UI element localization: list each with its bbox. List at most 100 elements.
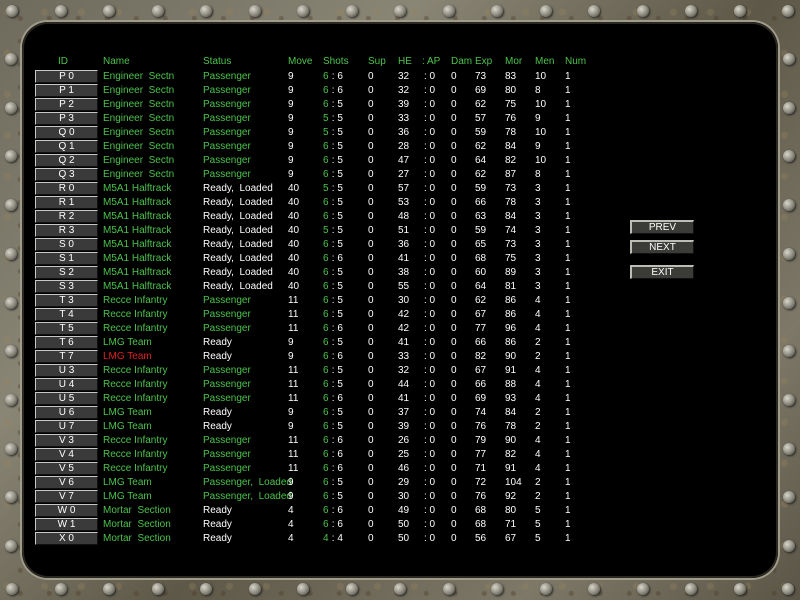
men-value: 10 — [535, 71, 547, 82]
unit-name: M5A1 Halftrack — [103, 225, 172, 236]
unit-name: Recce Infantry — [103, 309, 168, 320]
dam-value: 0 — [451, 365, 457, 376]
unit-id-button[interactable]: X 0 — [35, 532, 98, 545]
header-he: HE — [398, 56, 412, 67]
unit-id-button[interactable]: Q 3 — [35, 168, 98, 181]
men-value: 3 — [535, 211, 541, 222]
unit-id-button[interactable]: Q 2 — [35, 154, 98, 167]
dam-value: 0 — [451, 323, 457, 334]
unit-name: Recce Infantry — [103, 463, 168, 474]
sup-value: 0 — [368, 71, 374, 82]
unit-id-button[interactable]: T 4 — [35, 308, 98, 321]
unit-status: Passenger — [203, 141, 251, 152]
unit-id-button[interactable]: V 6 — [35, 476, 98, 489]
unit-id-button[interactable]: P 2 — [35, 98, 98, 111]
unit-id-button[interactable]: R 0 — [35, 182, 98, 195]
shots-max: : 6 — [329, 519, 343, 530]
unit-id-button[interactable]: T 3 — [35, 294, 98, 307]
unit-id-button[interactable]: S 2 — [35, 266, 98, 279]
unit-id-button[interactable]: T 6 — [35, 336, 98, 349]
rivet — [6, 583, 18, 595]
sup-value: 0 — [368, 421, 374, 432]
dam-value: 0 — [451, 491, 457, 502]
dam-value: 0 — [451, 71, 457, 82]
rivet — [685, 583, 697, 595]
dam-value: 0 — [451, 393, 457, 404]
unit-id-button[interactable]: P 0 — [35, 70, 98, 83]
dam-value: 0 — [451, 127, 457, 138]
unit-id-button[interactable]: V 5 — [35, 462, 98, 475]
unit-id-button[interactable]: T 5 — [35, 322, 98, 335]
he-value: 30 — [398, 295, 410, 306]
unit-name: Recce Infantry — [103, 449, 168, 460]
unit-id-button[interactable]: S 1 — [35, 252, 98, 265]
shots-current: 6 — [323, 323, 329, 334]
move-value: 9 — [288, 491, 294, 502]
unit-id-button[interactable]: V 7 — [35, 490, 98, 503]
shots-max: : 5 — [329, 113, 343, 124]
sup-value: 0 — [368, 519, 374, 530]
shots-current: 6 — [323, 155, 329, 166]
dam-value: 0 — [451, 155, 457, 166]
unit-name: Engineer Sectn — [103, 169, 175, 180]
dam-value: 0 — [451, 421, 457, 432]
unit-id-button[interactable]: R 3 — [35, 224, 98, 237]
exit-button[interactable]: EXIT — [630, 265, 694, 279]
ap-value: : 0 — [424, 309, 436, 320]
num-value: 1 — [565, 281, 571, 292]
unit-id-button[interactable]: V 4 — [35, 448, 98, 461]
rivet — [442, 5, 455, 17]
num-value: 1 — [565, 477, 571, 488]
unit-id-button[interactable]: Q 1 — [35, 140, 98, 153]
move-value: 9 — [288, 421, 294, 432]
unit-id-button[interactable]: V 3 — [35, 434, 98, 447]
shots-max: : 5 — [329, 281, 343, 292]
men-value: 4 — [535, 449, 541, 460]
shots-max: : 5 — [329, 197, 343, 208]
next-button[interactable]: NEXT — [630, 240, 694, 254]
rivet — [248, 5, 261, 17]
unit-id-button[interactable]: Q 0 — [35, 126, 98, 139]
unit-id-button[interactable]: U 5 — [35, 392, 98, 405]
unit-id-button[interactable]: R 1 — [35, 196, 98, 209]
sup-value: 0 — [368, 99, 374, 110]
ap-value: : 0 — [424, 379, 436, 390]
unit-id-button[interactable]: P 1 — [35, 84, 98, 97]
unit-id-button[interactable]: R 2 — [35, 210, 98, 223]
rivet — [5, 247, 17, 260]
unit-id-button[interactable]: P 3 — [35, 112, 98, 125]
unit-id-button[interactable]: U 4 — [35, 378, 98, 391]
unit-id-button[interactable]: S 0 — [35, 238, 98, 251]
he-value: 50 — [398, 519, 410, 530]
unit-id-button[interactable]: U 6 — [35, 406, 98, 419]
unit-status: Passenger — [203, 169, 251, 180]
mor-value: 84 — [505, 141, 517, 152]
exp-value: 64 — [475, 155, 487, 166]
unit-id-button[interactable]: W 0 — [35, 504, 98, 517]
dam-value: 0 — [451, 267, 457, 278]
exp-value: 66 — [475, 197, 487, 208]
rivet — [5, 101, 17, 114]
num-value: 1 — [565, 351, 571, 362]
rivet — [783, 540, 795, 552]
prev-button[interactable]: PREV — [630, 220, 694, 234]
header-move: Move — [288, 56, 313, 67]
unit-id-button[interactable]: U 3 — [35, 364, 98, 377]
unit-id-button[interactable]: U 7 — [35, 420, 98, 433]
he-value: 32 — [398, 365, 410, 376]
ap-value: : 0 — [424, 211, 436, 222]
shots-max: : 5 — [329, 169, 343, 180]
unit-id-button[interactable]: S 3 — [35, 280, 98, 293]
shots-max: : 5 — [329, 141, 343, 152]
rivet — [783, 199, 795, 212]
men-value: 4 — [535, 309, 541, 320]
unit-status: Passenger — [203, 463, 251, 474]
unit-name: Engineer Sectn — [103, 155, 175, 166]
shots-max: : 5 — [329, 491, 343, 502]
unit-id-button[interactable]: T 7 — [35, 350, 98, 363]
move-value: 40 — [288, 281, 300, 292]
move-value: 4 — [288, 519, 294, 530]
move-value: 40 — [288, 225, 300, 236]
num-value: 1 — [565, 435, 571, 446]
unit-id-button[interactable]: W 1 — [35, 518, 98, 531]
